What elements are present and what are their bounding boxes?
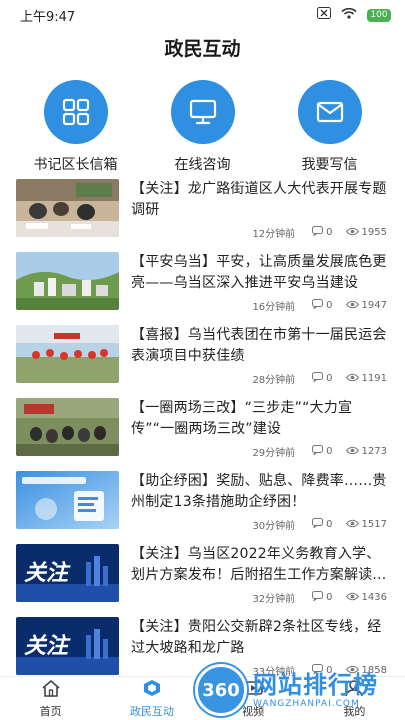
news-title: 【关注】龙广路街道区人大代表开展专题调研 (131, 181, 387, 218)
news-time: 12分钟前 (252, 229, 296, 240)
news-title: 【关注】乌当区2022年义务教育入学、划片方案发布！后附招生工作方案解读... (131, 546, 387, 583)
news-time: 30分钟前 (252, 521, 296, 532)
comment-icon (312, 299, 324, 312)
user-icon (344, 679, 364, 701)
nav-video[interactable]: 视频 (203, 677, 304, 720)
news-thumbnail (16, 325, 119, 383)
mail-icon (297, 80, 362, 144)
bottom-nav: 首页 政民互动 视频 我的 (0, 676, 405, 720)
comment-count: 0 (326, 665, 333, 676)
news-title: 【一圈两场三改】“三步走”“大力宣传”“一圈两场三改”建设 (131, 400, 353, 437)
eye-icon (345, 446, 359, 458)
news-time: 29分钟前 (252, 448, 296, 459)
news-thumbnail (16, 179, 119, 237)
nav-mine-label: 我的 (343, 704, 366, 718)
news-time: 32分钟前 (252, 594, 296, 605)
nav-video-label: 视频 (242, 704, 265, 718)
online-consult-button[interactable]: 在线咨询 (148, 80, 258, 174)
thumb-text: 关注 (24, 633, 71, 659)
status-icons: 100 (317, 7, 391, 23)
news-item[interactable]: 【平安乌当】平安，让高质量发展底色更亮——乌当区深入推进平安乌当建设 16分钟前… (0, 245, 405, 318)
news-title: 【喜报】乌当代表团在市第十一届民运会表演项目中获佳绩 (131, 327, 387, 364)
view-count: 1273 (361, 446, 387, 457)
news-thumbnail (16, 471, 119, 529)
write-letter-label: 我要写信 (301, 157, 358, 173)
view-count: 1858 (361, 665, 387, 676)
grid-icon (43, 80, 108, 144)
comment-count: 0 (326, 592, 333, 603)
view-count: 1436 (361, 592, 387, 603)
news-title: 【平安乌当】平安，让高质量发展底色更亮——乌当区深入推进平安乌当建设 (131, 254, 387, 291)
mailbox-label: 书记区长信箱 (33, 157, 118, 173)
nav-mine[interactable]: 我的 (304, 677, 405, 720)
news-item[interactable]: 【助企纾困】奖励、贴息、降费率……贵州制定13条措施助企纾困！ 30分钟前 0 … (0, 464, 405, 537)
news-meta: 16分钟前 0 1947 (252, 298, 387, 313)
battery-indicator: 100 (367, 8, 391, 22)
news-item[interactable]: 【一圈两场三改】“三步走”“大力宣传”“一圈两场三改”建设 29分钟前 0 12… (0, 391, 405, 464)
eye-icon (345, 373, 359, 385)
comment-count: 0 (326, 446, 333, 457)
news-list: 【关注】龙广路街道区人大代表开展专题调研 12分钟前 0 1955 【平安乌当】… (0, 172, 405, 683)
comment-count: 0 (326, 373, 333, 384)
news-item[interactable]: 【喜报】乌当代表团在市第十一届民运会表演项目中获佳绩 28分钟前 0 1191 (0, 318, 405, 391)
news-thumbnail (16, 398, 119, 456)
eye-icon (345, 665, 359, 677)
status-bar: 上午9:47 100 (0, 0, 405, 30)
comment-count: 0 (326, 519, 333, 530)
news-thumbnail: 关注 (16, 544, 119, 602)
monitor-icon (170, 80, 235, 144)
status-time: 上午9:47 (20, 9, 76, 25)
comment-icon (312, 372, 324, 385)
nav-home-label: 首页 (39, 704, 62, 718)
eye-icon (345, 227, 359, 239)
news-meta: 12分钟前 0 1955 (252, 225, 387, 240)
page-title: 政民互动 (164, 38, 241, 60)
write-letter-button[interactable]: 我要写信 (275, 80, 385, 174)
view-count: 1517 (361, 519, 387, 530)
news-time: 16分钟前 (252, 302, 296, 313)
eye-icon (345, 519, 359, 531)
video-icon (243, 679, 263, 701)
nav-interaction[interactable]: 政民互动 (101, 677, 202, 720)
view-count: 1947 (361, 300, 387, 311)
eye-icon (345, 300, 359, 312)
news-meta: 32分钟前 0 1436 (252, 590, 387, 605)
news-title: 【关注】贵阳公交新辟2条社区专线，经过大坡路和龙广路 (131, 619, 382, 656)
comment-icon (312, 518, 324, 531)
comment-icon (312, 591, 324, 604)
comment-count: 0 (326, 300, 333, 311)
nav-interaction-label: 政民互动 (129, 704, 174, 718)
comment-icon (312, 226, 324, 239)
news-meta: 28分钟前 0 1191 (252, 371, 387, 386)
comment-count: 0 (326, 227, 333, 238)
interaction-icon (142, 679, 162, 701)
quick-actions: 书记区长信箱 在线咨询 我要写信 (0, 80, 405, 174)
thumb-text: 关注 (24, 560, 71, 586)
news-item[interactable]: 关注 【关注】贵阳公交新辟2条社区专线，经过大坡路和龙广路 33分钟前 0 18… (0, 610, 405, 683)
mailbox-button[interactable]: 书记区长信箱 (21, 80, 131, 174)
home-icon (41, 679, 61, 701)
wifi-icon (341, 7, 357, 23)
news-title: 【助企纾困】奖励、贴息、降费率……贵州制定13条措施助企纾困！ (131, 473, 387, 510)
news-thumbnail: 关注 (16, 617, 119, 675)
comment-icon (312, 445, 324, 458)
view-count: 1191 (361, 373, 387, 384)
nav-home[interactable]: 首页 (0, 677, 101, 720)
online-consult-label: 在线咨询 (174, 157, 231, 173)
news-meta: 30分钟前 0 1517 (252, 517, 387, 532)
news-thumbnail (16, 252, 119, 310)
close-box-icon (317, 7, 331, 23)
news-time: 28分钟前 (252, 375, 296, 386)
view-count: 1955 (361, 227, 387, 238)
news-item[interactable]: 关注 【关注】乌当区2022年义务教育入学、划片方案发布！后附招生工作方案解读.… (0, 537, 405, 610)
news-meta: 29分钟前 0 1273 (252, 444, 387, 459)
news-item[interactable]: 【关注】龙广路街道区人大代表开展专题调研 12分钟前 0 1955 (0, 172, 405, 245)
eye-icon (345, 592, 359, 604)
